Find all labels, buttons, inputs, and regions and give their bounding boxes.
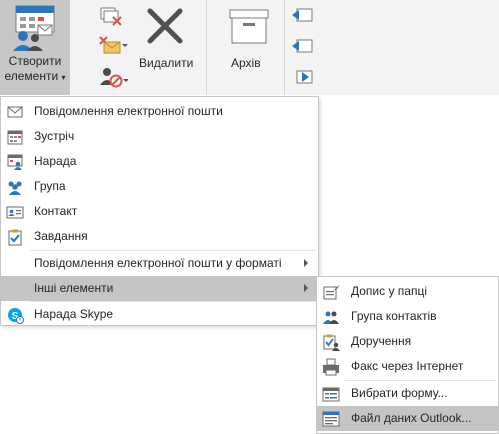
menu-item-skype-meeting[interactable]: S Нарада Skype (1, 302, 318, 327)
submenu-item-label: Файл даних Outlook... (351, 411, 472, 425)
ribbon: Створити елементи ▾ Видалити Архів (0, 0, 499, 95)
new-items-menu: Повідомлення електронної пошти Зустріч Н… (0, 96, 319, 326)
meeting-icon (7, 154, 23, 170)
new-items-button[interactable]: Створити елементи ▾ (0, 0, 70, 95)
email-icon (7, 106, 23, 118)
menu-item-group[interactable]: Група (1, 174, 318, 199)
fax-icon (323, 358, 339, 376)
menu-item-email[interactable]: Повідомлення електронної пошти (1, 99, 318, 124)
contact-group-icon (323, 311, 339, 324)
menu-item-label: Група (34, 179, 66, 193)
submenu-item-task-request[interactable]: Доручення (317, 329, 498, 354)
submenu-arrow-icon (304, 284, 308, 292)
menu-item-appointment[interactable]: Зустріч (1, 124, 318, 149)
submenu-item-post-in-folder[interactable]: Допис у папці (317, 279, 498, 304)
menu-item-task[interactable]: Завдання (1, 224, 318, 249)
archive-button-label[interactable]: Архів (231, 56, 261, 70)
submenu-item-label: Факс через Інтернет (351, 359, 464, 373)
new-items-icon (13, 5, 55, 51)
archive-icon[interactable] (229, 9, 269, 45)
submenu-item-label: Допис у папці (351, 284, 428, 298)
new-items-label-line2: елементи ▾ (4, 69, 66, 83)
task-icon (8, 229, 22, 246)
dropdown-arrow-icon: ▾ (61, 73, 66, 82)
contact-card-icon (6, 206, 24, 219)
more-items-submenu: Допис у папці Група контактів Доручення … (316, 276, 499, 434)
new-items-label-line1: Створити (8, 54, 62, 68)
submenu-item-label: Група контактів (351, 309, 437, 323)
menu-item-meeting[interactable]: Нарада (1, 149, 318, 174)
ribbon-separator (206, 0, 207, 95)
group-icon (8, 181, 22, 195)
task-request-icon (323, 334, 340, 351)
menu-item-label: Повідомлення електронної пошти у форматі (34, 256, 282, 270)
calendar-icon (7, 130, 23, 145)
menu-item-more-items[interactable]: Інші елементи (1, 276, 318, 301)
skype-icon: S (8, 308, 24, 324)
delete-button-label[interactable]: Видалити (139, 56, 193, 70)
forward-icon[interactable] (291, 68, 313, 86)
data-file-icon (322, 411, 340, 427)
menu-item-label: Контакт (34, 204, 78, 218)
submenu-item-label: Вибрати форму... (351, 386, 448, 400)
clean-up-icon[interactable] (98, 35, 128, 55)
menu-item-label: Нарада (34, 154, 77, 168)
folder-post-icon (323, 285, 339, 300)
form-icon (322, 387, 340, 402)
submenu-item-internet-fax[interactable]: Факс через Інтернет (317, 354, 498, 379)
menu-item-label: Інші елементи (34, 281, 114, 295)
submenu-arrow-icon (304, 259, 308, 267)
submenu-item-outlook-data-file[interactable]: Файл даних Outlook... (317, 406, 498, 431)
reply-all-icon[interactable] (291, 37, 313, 55)
menu-item-label: Нарада Skype (34, 307, 114, 321)
menu-item-label: Зустріч (34, 129, 75, 143)
menu-item-label: Повідомлення електронної пошти (34, 104, 223, 118)
new-items-label: Створити елементи ▾ (0, 54, 70, 85)
menu-item-label: Завдання (34, 229, 88, 243)
ignore-icon[interactable] (98, 6, 124, 26)
reply-icon[interactable] (291, 6, 313, 24)
menu-item-email-format[interactable]: Повідомлення електронної пошти у форматі (1, 251, 318, 276)
delete-icon[interactable] (145, 6, 185, 46)
menu-item-contact[interactable]: Контакт (1, 199, 318, 224)
ribbon-separator (284, 0, 285, 95)
submenu-item-choose-form[interactable]: Вибрати форму... (317, 381, 498, 406)
junk-icon[interactable] (98, 66, 128, 88)
submenu-item-label: Доручення (351, 334, 412, 348)
submenu-item-contact-group[interactable]: Група контактів (317, 304, 498, 329)
